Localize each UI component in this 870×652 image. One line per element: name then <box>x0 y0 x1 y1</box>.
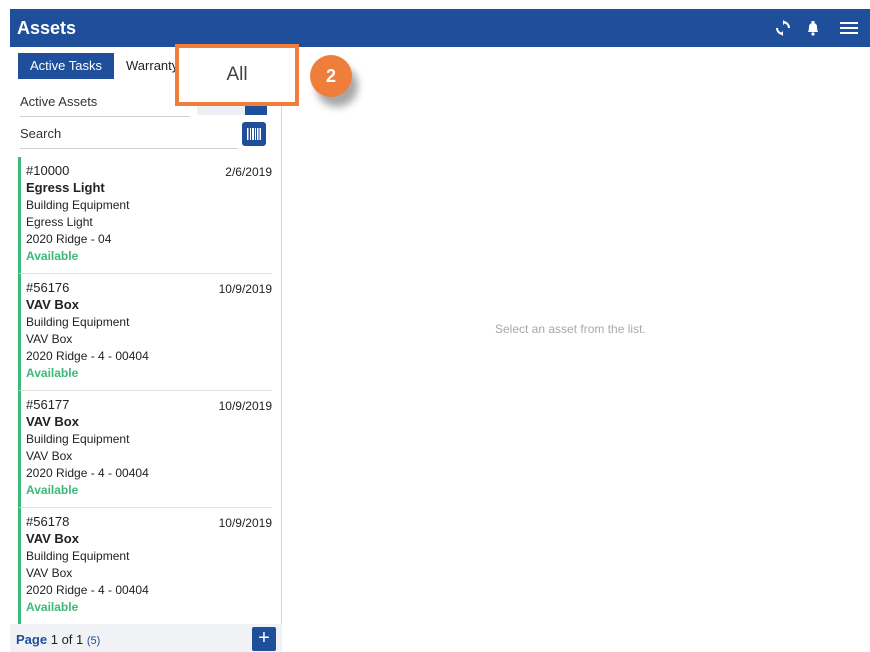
add-asset-button[interactable]: + <box>252 627 276 651</box>
app-frame: Assets Active Tasks Warranty Active Asse… <box>10 9 870 652</box>
asset-name: VAV Box <box>26 414 79 429</box>
asset-filter-select[interactable]: Active Assets <box>20 91 190 117</box>
asset-type: VAV Box <box>26 566 73 580</box>
asset-location: 2020 Ridge - 4 - 00404 <box>26 466 149 480</box>
asset-category: Building Equipment <box>26 549 130 563</box>
asset-type: VAV Box <box>26 332 73 346</box>
asset-type: Egress Light <box>26 215 93 229</box>
asset-name: VAV Box <box>26 297 79 312</box>
menu-icon[interactable] <box>839 18 859 38</box>
empty-state-message: Select an asset from the list. <box>495 322 646 336</box>
asset-type: VAV Box <box>26 449 73 463</box>
asset-status: Available <box>26 249 79 263</box>
asset-status: Available <box>26 483 79 497</box>
asset-list-item[interactable]: #10000 2/6/2019 Egress Light Building Eq… <box>18 157 272 274</box>
page-current: 1 <box>50 632 58 647</box>
callout-label: All <box>226 64 248 85</box>
tab-bar: Active Tasks Warranty <box>18 53 190 79</box>
asset-category: Building Equipment <box>26 315 130 329</box>
asset-category: Building Equipment <box>26 198 130 212</box>
asset-status: Available <box>26 600 79 614</box>
page-label: Page <box>16 632 48 647</box>
asset-location: 2020 Ridge - 4 - 00404 <box>26 583 149 597</box>
callout-all-option[interactable]: All <box>175 44 299 106</box>
top-bar: Assets <box>10 9 870 47</box>
asset-list-item[interactable]: #56177 10/9/2019 VAV Box Building Equipm… <box>18 391 272 508</box>
asset-category: Building Equipment <box>26 432 130 446</box>
asset-name: Egress Light <box>26 180 105 195</box>
search-input[interactable]: Search <box>20 123 238 149</box>
asset-date: 10/9/2019 <box>218 282 272 296</box>
asset-location: 2020 Ridge - 04 <box>26 232 112 246</box>
asset-sidebar: Active Tasks Warranty Active Assets ✕ Se… <box>10 47 282 652</box>
asset-list-item[interactable]: #56178 10/9/2019 VAV Box Building Equipm… <box>18 508 272 625</box>
barcode-icon <box>247 128 261 140</box>
item-count: (5) <box>86 635 101 647</box>
asset-date: 10/9/2019 <box>218 516 272 530</box>
page-of-label: of <box>61 632 73 647</box>
asset-location: 2020 Ridge - 4 - 00404 <box>26 349 149 363</box>
asset-date: 2/6/2019 <box>225 165 272 179</box>
asset-date: 10/9/2019 <box>218 399 272 413</box>
asset-list: #10000 2/6/2019 Egress Light Building Eq… <box>18 157 272 625</box>
pagination-bar: Page 1 of 1 (5) + <box>10 624 282 652</box>
barcode-scan-button[interactable] <box>242 122 266 146</box>
asset-list-item[interactable]: #56176 10/9/2019 VAV Box Building Equipm… <box>18 274 272 391</box>
page-title: Assets <box>17 18 77 38</box>
sync-icon[interactable] <box>773 18 793 38</box>
page-total: 1 <box>76 632 84 647</box>
asset-status: Available <box>26 366 79 380</box>
step-badge: 2 <box>310 55 352 97</box>
asset-name: VAV Box <box>26 531 79 546</box>
pagination-text: Page 1 of 1 (5) <box>16 632 100 647</box>
tab-active-tasks[interactable]: Active Tasks <box>18 53 115 79</box>
bell-icon[interactable] <box>803 18 823 38</box>
